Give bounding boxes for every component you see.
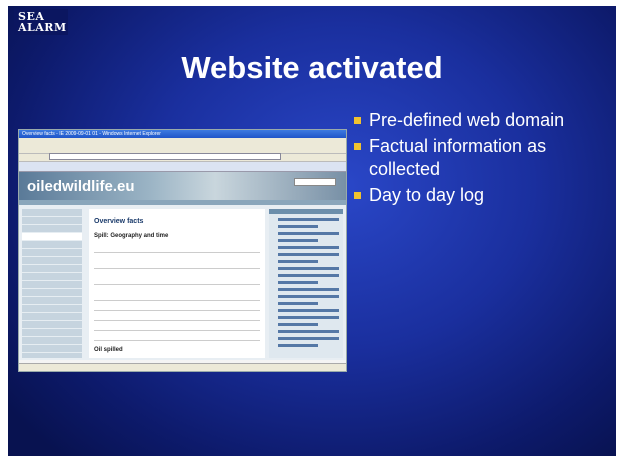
bullet-list: Pre-defined web domain Factual informati… xyxy=(354,109,614,210)
logo-line2: ALARM xyxy=(18,21,67,34)
site-section-heading: Spill: Geography and time xyxy=(94,233,169,239)
site-logo: oiledwildlife.eu xyxy=(27,178,135,195)
slide: SEA ALARM Website activated Overview fac… xyxy=(8,6,616,456)
site-body: Overview facts Spill: Geography and time… xyxy=(19,205,346,360)
site-right-column xyxy=(269,209,343,358)
bullet-item: Day to day log xyxy=(354,184,614,207)
bullet-item: Factual information as collected xyxy=(354,135,614,181)
website-screenshot: Overview facts - IE 2009-09-01 01 - Wind… xyxy=(18,129,347,372)
site-section2-heading: Oil spilled xyxy=(94,347,123,353)
browser-address-bar xyxy=(19,153,346,162)
sea-alarm-logo: SEA ALARM xyxy=(14,9,68,35)
browser-title-bar: Overview facts - IE 2009-09-01 01 - Wind… xyxy=(19,130,346,138)
bullet-item: Pre-defined web domain xyxy=(354,109,614,132)
site-header: oiledwildlife.eu xyxy=(19,172,346,200)
site-search-input xyxy=(294,178,336,186)
site-page-heading: Overview facts xyxy=(94,218,144,225)
browser-status-bar xyxy=(19,363,346,371)
browser-tabs xyxy=(19,162,346,172)
site-left-nav xyxy=(22,209,82,358)
slide-title: Website activated xyxy=(181,50,443,85)
site-content: Overview facts Spill: Geography and time… xyxy=(89,209,265,358)
